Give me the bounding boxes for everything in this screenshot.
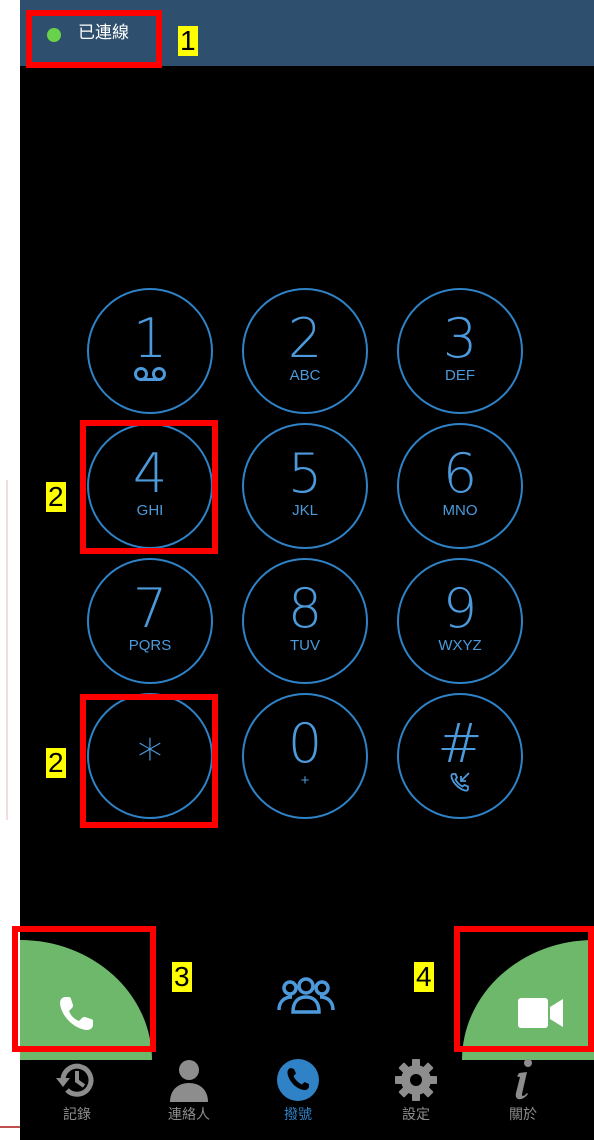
- contact-icon: [170, 1060, 208, 1102]
- phone-icon: [277, 1059, 319, 1101]
- key-digit: 6: [442, 442, 478, 505]
- nav-item-contacts[interactable]: 連絡人: [149, 1058, 229, 1140]
- key-plus: +: [300, 772, 310, 789]
- key-letters: WXYZ: [438, 637, 482, 654]
- key-digit: 4: [132, 442, 168, 505]
- dial-key-7[interactable]: 7 PQRS: [87, 558, 213, 684]
- annotation-label-4: 4: [414, 961, 434, 992]
- key-digit: 2: [287, 307, 323, 370]
- key-letters: GHI: [136, 502, 164, 519]
- phone-icon: [60, 997, 93, 1030]
- phone-screen: 已連線 1 2 ABC 3 DEF 4 GHI 5 JKL 6 MNO 7 PQ…: [20, 0, 594, 1140]
- nav-label: 記錄: [63, 1107, 91, 1123]
- dial-key-2[interactable]: 2 ABC: [242, 288, 368, 414]
- dial-key-5[interactable]: 5 JKL: [242, 423, 368, 549]
- page: 已連線 1 2 ABC 3 DEF 4 GHI 5 JKL 6 MNO 7 PQ…: [0, 0, 594, 1140]
- left-divider: [0, 480, 8, 820]
- key-digit: 0: [287, 712, 323, 775]
- dial-key-star[interactable]: *: [87, 693, 213, 819]
- dial-key-4[interactable]: 4 GHI: [87, 423, 213, 549]
- dial-key-3[interactable]: 3 DEF: [397, 288, 523, 414]
- annotation-label-2b: 2: [46, 747, 66, 778]
- key-digit: *: [137, 729, 163, 787]
- call-button[interactable]: [20, 940, 152, 1060]
- video-call-button[interactable]: [462, 940, 594, 1060]
- dial-key-6[interactable]: 6 MNO: [397, 423, 523, 549]
- dial-key-9[interactable]: 9 WXYZ: [397, 558, 523, 684]
- gear-icon: [395, 1059, 437, 1101]
- conference-icon: [277, 977, 335, 1014]
- call-transfer-icon: [399, 771, 521, 793]
- conference-button[interactable]: [276, 976, 336, 1016]
- dial-key-8[interactable]: 8 TUV: [242, 558, 368, 684]
- status-bar: 已連線: [20, 0, 594, 66]
- key-digit: 3: [442, 307, 478, 370]
- connection-status-text: 已連線: [78, 23, 129, 43]
- annotation-label-3: 3: [172, 961, 192, 992]
- dial-key-0[interactable]: 0 +: [242, 693, 368, 819]
- key-digit: 9: [442, 577, 478, 640]
- nav-item-dialer[interactable]: 撥號: [258, 1058, 338, 1140]
- annotation-label-2a: 2: [46, 481, 66, 512]
- nav-item-settings[interactable]: 設定: [376, 1058, 456, 1140]
- key-digit: 7: [132, 577, 168, 640]
- nav-item-history[interactable]: 記錄: [37, 1058, 117, 1140]
- key-digit: 8: [287, 577, 323, 640]
- nav-label: 關於: [509, 1107, 537, 1123]
- key-digit: #: [437, 712, 483, 775]
- key-letters: PQRS: [128, 637, 172, 654]
- voicemail-icon: [89, 366, 211, 382]
- key-letters: TUV: [290, 637, 320, 654]
- info-icon: [515, 1059, 532, 1100]
- key-letters: MNO: [442, 502, 478, 519]
- nav-label: 撥號: [284, 1107, 312, 1123]
- dial-key-1[interactable]: 1: [87, 288, 213, 414]
- video-camera-icon: [518, 998, 563, 1028]
- annotation-label-1: 1: [178, 25, 198, 56]
- nav-item-about[interactable]: 關於: [483, 1058, 563, 1140]
- key-digit: 5: [287, 442, 323, 505]
- key-letters: DEF: [445, 367, 475, 384]
- nav-label: 連絡人: [168, 1107, 210, 1123]
- key-letters: JKL: [292, 502, 318, 519]
- nav-label: 設定: [402, 1107, 430, 1123]
- bottom-divider: [0, 1126, 20, 1128]
- key-letters: ABC: [289, 367, 321, 384]
- history-icon: [56, 1063, 94, 1097]
- connection-status-icon: [47, 28, 61, 42]
- dial-key-hash[interactable]: #: [397, 693, 523, 819]
- key-digit: 1: [132, 307, 168, 370]
